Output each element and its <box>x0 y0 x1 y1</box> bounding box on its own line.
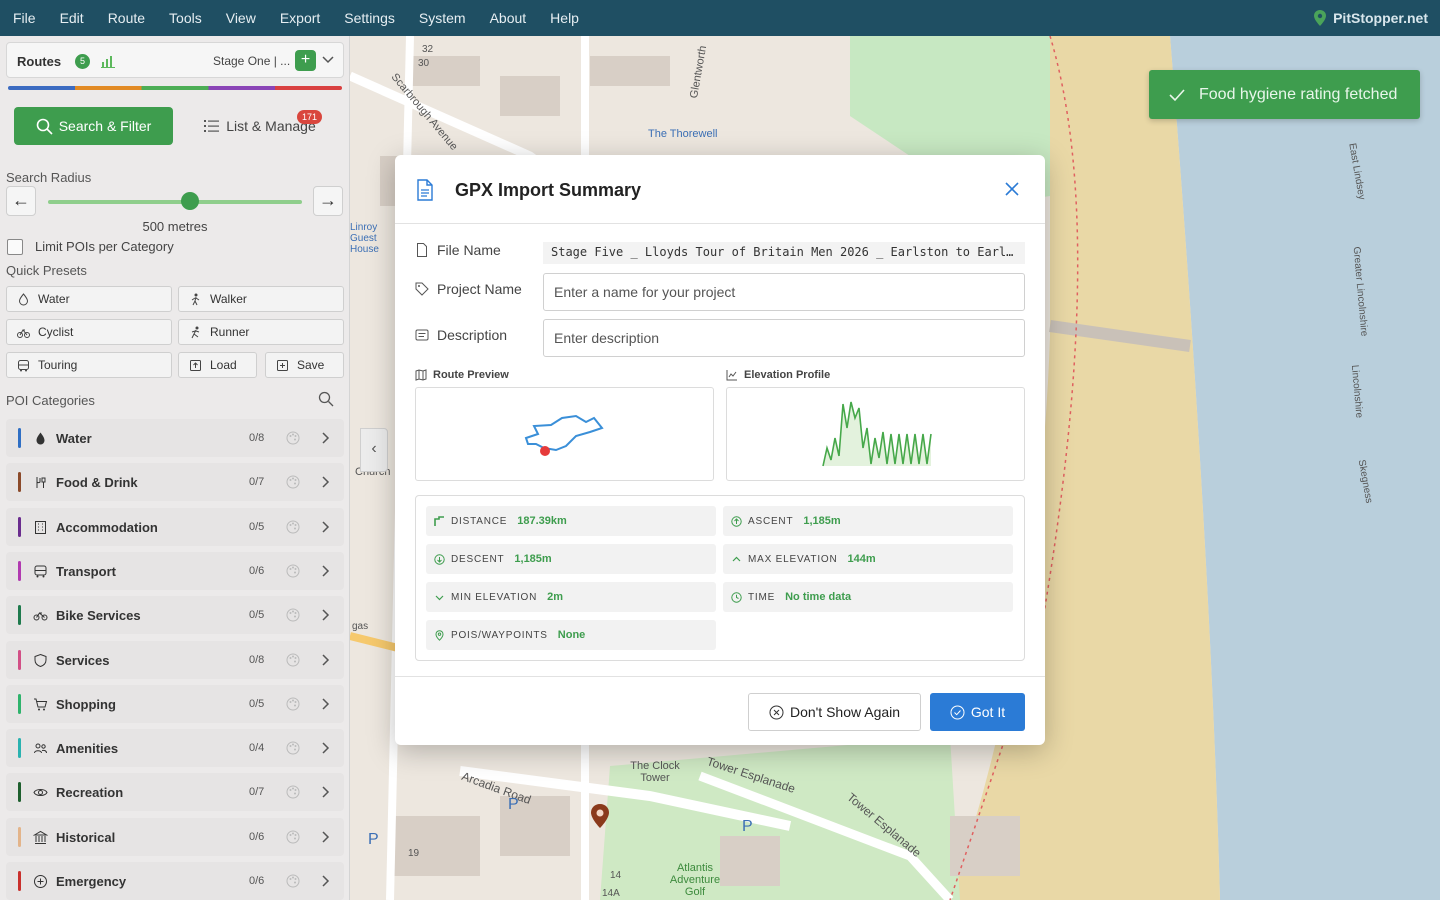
file-name-label: File Name <box>415 242 501 258</box>
route-preview-graphic <box>524 414 604 456</box>
elevation-profile-box <box>726 387 1025 481</box>
dont-show-again-label: Don't Show Again <box>789 704 901 720</box>
route-preview-box <box>415 387 714 481</box>
stat-ascent: ASCENT 1,185m <box>723 506 1013 536</box>
stats-panel: DISTANCE 187.39km ASCENT 1,185m DESCENT … <box>415 495 1025 661</box>
stat-value: 1,185m <box>803 515 841 527</box>
modal-header: GPX Import Summary <box>395 155 1045 224</box>
chevron-down-icon <box>435 595 444 600</box>
elevation-profile-graphic <box>822 401 932 467</box>
stat-key: ASCENT <box>748 515 794 527</box>
stat-key: MIN ELEVATION <box>451 591 538 603</box>
toast-message: Food hygiene rating fetched <box>1199 85 1398 103</box>
stat-pois-waypoints: POIS/WAYPOINTS None <box>426 620 716 650</box>
tag-icon <box>415 282 429 296</box>
gpx-import-modal: GPX Import Summary File Name Stage Five … <box>395 155 1045 745</box>
stat-descent: DESCENT 1,185m <box>426 544 716 574</box>
description-label-text: Description <box>437 327 508 343</box>
dont-show-again-button[interactable]: Don't Show Again <box>748 693 921 731</box>
project-name-input[interactable] <box>543 273 1025 311</box>
file-name-value: Stage Five _ Lloyds Tour of Britain Men … <box>543 242 1025 264</box>
stat-key: DISTANCE <box>451 515 508 527</box>
elevation-profile-label-text: Elevation Profile <box>744 369 831 381</box>
file-name-label-text: File Name <box>437 242 501 258</box>
stat-value: None <box>557 629 586 641</box>
modal-footer: Don't Show Again Got It <box>395 676 1045 745</box>
arrow-down-circle-icon <box>434 553 445 565</box>
route-preview-label-text: Route Preview <box>433 369 509 381</box>
comment-icon <box>415 329 429 341</box>
stat-value: 1,185m <box>514 553 552 565</box>
stat-key: POIS/WAYPOINTS <box>451 629 548 641</box>
stat-distance: DISTANCE 187.39km <box>426 506 716 536</box>
stat-value: 2m <box>547 591 564 603</box>
stat-max-elevation: MAX ELEVATION 144m <box>723 544 1013 574</box>
check-icon <box>1169 88 1185 101</box>
line-chart-icon <box>726 370 737 381</box>
file-icon <box>417 243 427 257</box>
description-label: Description <box>415 327 507 343</box>
stat-value: 144m <box>847 553 876 565</box>
check-circle-icon <box>950 705 965 719</box>
description-input[interactable] <box>543 319 1025 357</box>
got-it-button[interactable]: Got It <box>930 693 1025 731</box>
elevation-profile-label: Elevation Profile <box>726 369 830 381</box>
stat-key: TIME <box>748 591 776 603</box>
stat-min-elevation: MIN ELEVATION 2m <box>426 582 716 612</box>
stat-value: No time data <box>785 591 852 603</box>
stat-key: DESCENT <box>451 553 505 565</box>
project-name-label-text: Project Name <box>437 281 522 297</box>
toast-notification[interactable]: Food hygiene rating fetched <box>1149 70 1420 119</box>
map-pin-icon <box>435 629 444 641</box>
got-it-label: Got It <box>970 704 1006 720</box>
project-name-label: Project Name <box>415 281 522 297</box>
clock-icon <box>731 591 742 603</box>
document-icon <box>417 179 433 201</box>
stat-value: 187.39km <box>517 515 567 527</box>
chevron-up-icon <box>732 556 741 561</box>
map-icon <box>415 369 427 381</box>
stat-time: TIME No time data <box>723 582 1013 612</box>
modal-title: GPX Import Summary <box>455 180 642 200</box>
route-preview-label: Route Preview <box>415 369 509 381</box>
arrow-up-circle-icon <box>731 515 742 527</box>
close-icon[interactable] <box>1003 180 1021 198</box>
route-icon <box>434 515 444 526</box>
x-circle-icon <box>769 705 784 719</box>
stat-key: MAX ELEVATION <box>748 553 838 565</box>
